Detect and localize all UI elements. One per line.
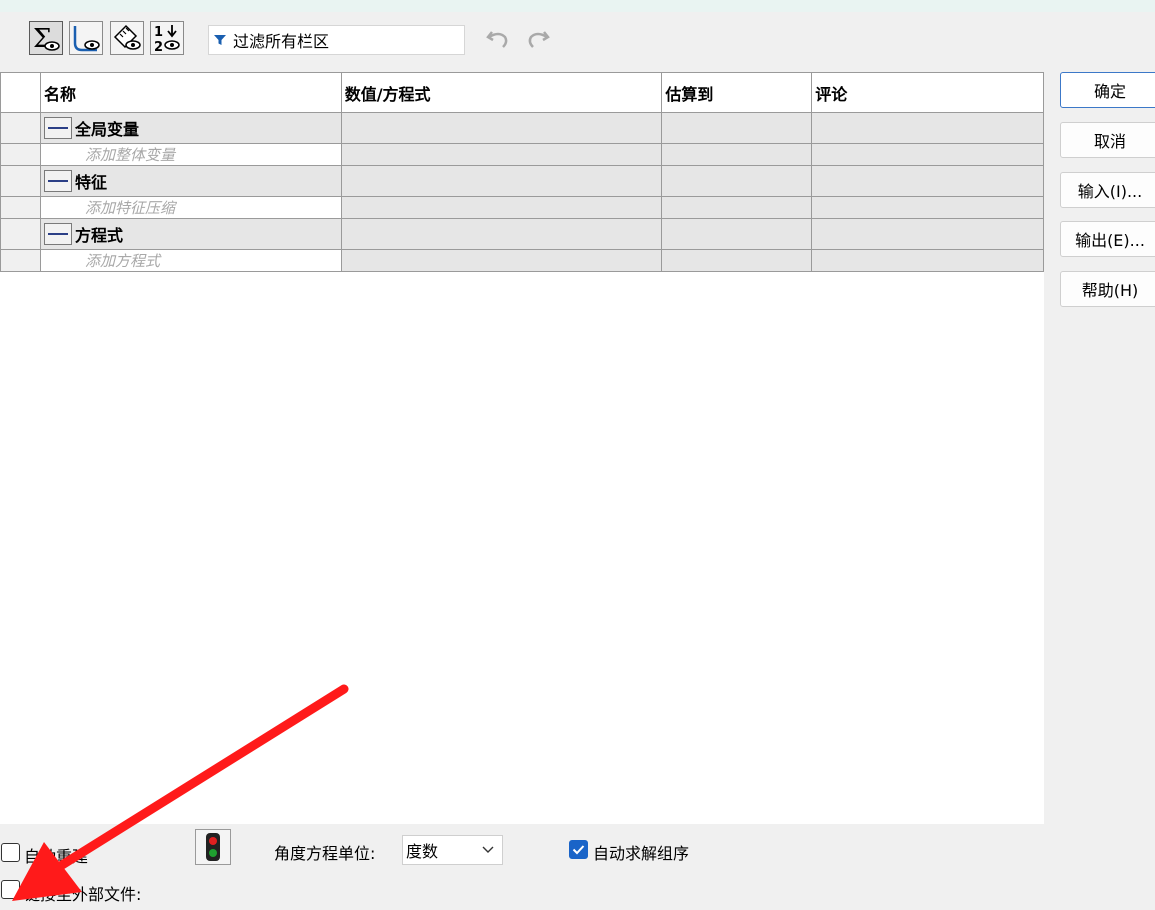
collapse-minus-icon[interactable]: [43, 170, 72, 192]
add-equation-placeholder: 添加方程式: [84, 252, 160, 270]
comment-cell: [811, 196, 1044, 219]
add-row-global-variable: 添加整体变量: [0, 143, 1044, 166]
value-cell: [340, 249, 663, 272]
comment-cell: [811, 165, 1044, 197]
group-name-global-variables: 全局变量: [74, 120, 139, 139]
angle-unit-label: 角度方程单位:: [274, 844, 376, 863]
evaluates-cell: [661, 112, 813, 144]
svg-text:1: 1: [154, 25, 163, 40]
group-name-features: 特征: [74, 173, 107, 192]
value-cell: [340, 218, 663, 250]
ruler-eye-icon-button[interactable]: [110, 21, 144, 55]
comment-cell: [811, 218, 1044, 250]
add-equation-cell[interactable]: 添加方程式: [39, 249, 342, 272]
column-header-name[interactable]: 名称: [39, 72, 342, 113]
group-row-equations: 方程式: [0, 218, 1044, 250]
link-external-checkbox[interactable]: [1, 880, 20, 899]
row-header: [0, 196, 41, 219]
value-cell: [340, 112, 663, 144]
row-header: [0, 112, 41, 144]
filter-input[interactable]: 过滤所有栏区: [208, 25, 465, 55]
curve-eye-icon-button[interactable]: [69, 21, 103, 55]
group-name-cell: 全局变量: [39, 112, 342, 144]
group-name-equations: 方程式: [74, 226, 123, 245]
equations-grid[interactable]: 名称 数值/方程式 估算到 评论 全局变量 添加整体变量 特征 添加特征压缩 方…: [0, 72, 1044, 824]
evaluates-cell: [661, 143, 813, 166]
comment-cell: [811, 112, 1044, 144]
comment-cell: [811, 249, 1044, 272]
auto-rebuild-label: 自动重建: [24, 847, 89, 866]
comment-cell: [811, 143, 1044, 166]
row-header: [0, 143, 41, 166]
add-row-feature: 添加特征压缩: [0, 196, 1044, 219]
redo-icon[interactable]: [525, 27, 551, 51]
add-row-equation: 添加方程式: [0, 249, 1044, 272]
window-top-strip: [0, 0, 1155, 12]
add-feature-placeholder: 添加特征压缩: [84, 199, 175, 217]
svg-text:2: 2: [154, 40, 163, 53]
export-button[interactable]: 输出(E)...: [1060, 221, 1155, 257]
group-name-cell: 特征: [39, 165, 342, 197]
help-button[interactable]: 帮助(H): [1060, 271, 1155, 307]
traffic-light-button[interactable]: [195, 829, 231, 865]
add-global-variable-placeholder: 添加整体变量: [84, 146, 175, 164]
sort-order-eye-icon: 1 2: [154, 25, 180, 53]
column-header-value[interactable]: 数值/方程式: [340, 72, 663, 113]
evaluates-cell: [661, 196, 813, 219]
evaluates-cell: [661, 249, 813, 272]
add-feature-cell[interactable]: 添加特征压缩: [39, 196, 342, 219]
row-header: [0, 218, 41, 250]
row-header: [0, 165, 41, 197]
link-external-label: 链接至外部文件:: [24, 885, 142, 904]
auto-solve-checkbox[interactable]: [569, 840, 588, 859]
row-header: [0, 249, 41, 272]
equations-table: 名称 数值/方程式 估算到 评论 全局变量 添加整体变量 特征 添加特征压缩 方…: [0, 72, 1044, 272]
curve-eye-icon: [73, 26, 100, 52]
funnel-icon: [214, 35, 226, 45]
angle-unit-select[interactable]: 度数: [402, 835, 503, 865]
value-cell: [340, 196, 663, 219]
column-header-comment[interactable]: 评论: [811, 72, 1044, 113]
group-name-cell: 方程式: [39, 218, 342, 250]
ok-button[interactable]: 确定: [1060, 72, 1155, 108]
add-global-variable-cell[interactable]: 添加整体变量: [39, 143, 342, 166]
column-header-evaluates-to[interactable]: 估算到: [661, 72, 813, 113]
value-cell: [340, 165, 663, 197]
ruler-eye-icon: [113, 24, 141, 50]
row-header-corner: [0, 72, 41, 113]
evaluates-cell: [661, 218, 813, 250]
sigma-eye-icon: Σ: [33, 24, 60, 53]
cancel-button[interactable]: 取消: [1060, 122, 1155, 158]
undo-icon[interactable]: [485, 27, 511, 51]
chevron-down-icon: [482, 846, 494, 853]
auto-solve-label: 自动求解组序: [593, 844, 690, 863]
sigma-eye-icon-button[interactable]: Σ: [29, 21, 63, 55]
evaluates-cell: [661, 165, 813, 197]
angle-unit-value: 度数: [406, 842, 439, 861]
filter-placeholder: 过滤所有栏区: [233, 32, 330, 51]
value-cell: [340, 143, 663, 166]
traffic-light-icon: [206, 833, 220, 861]
auto-rebuild-checkbox[interactable]: [1, 843, 20, 862]
collapse-minus-icon[interactable]: [43, 117, 72, 139]
collapse-minus-icon[interactable]: [43, 223, 72, 245]
import-button[interactable]: 输入(I)...: [1060, 172, 1155, 208]
group-row-features: 特征: [0, 165, 1044, 197]
checkmark-icon: [572, 845, 585, 855]
group-row-global-variables: 全局变量: [0, 112, 1044, 144]
sort-order-eye-icon-button[interactable]: 1 2: [150, 21, 184, 55]
